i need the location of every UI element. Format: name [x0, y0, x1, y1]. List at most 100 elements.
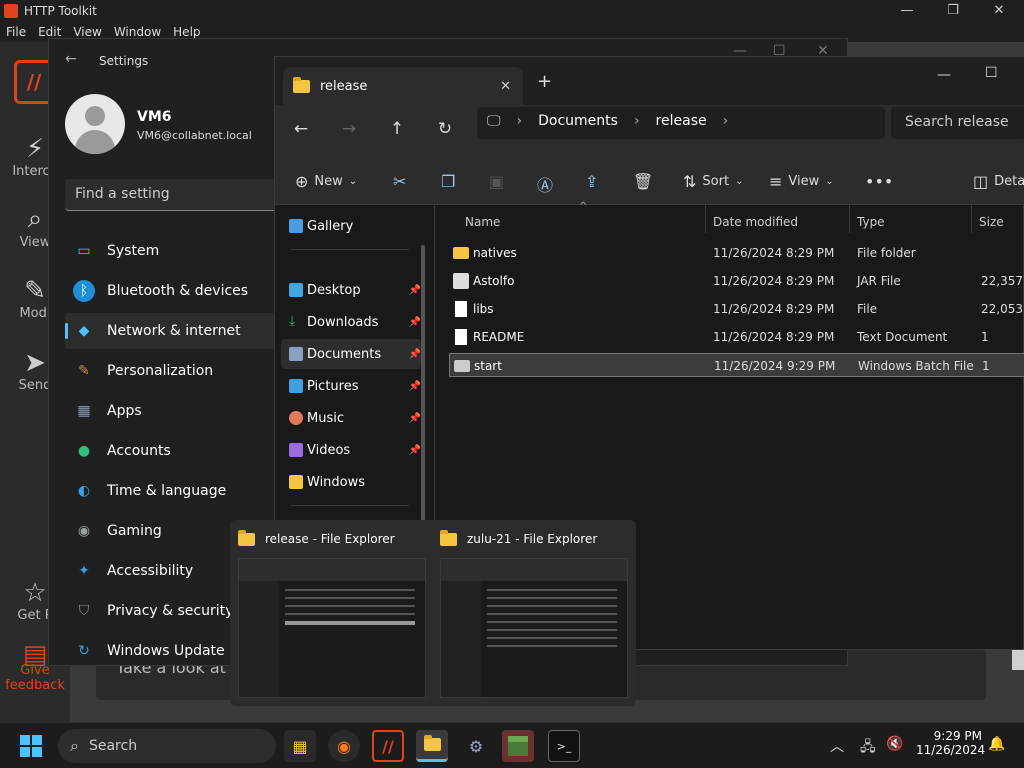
explorer-maximize-button[interactable]: ☐	[985, 65, 998, 81]
forward-icon[interactable]: →	[337, 119, 361, 139]
htk-titlebar: HTTP Toolkit	[0, 0, 1024, 22]
paste-button[interactable]: ▣	[489, 172, 504, 191]
menu-view[interactable]: View	[73, 25, 101, 39]
pin-icon[interactable]: 📌	[409, 445, 421, 456]
nav-gallery[interactable]: Gallery	[281, 211, 421, 241]
file-row-natives[interactable]: natives 11/26/2024 8:29 PM File folder	[449, 241, 1024, 265]
refresh-icon[interactable]: ↻	[433, 119, 457, 139]
pin-icon[interactable]: 📌	[409, 413, 421, 424]
column-divider[interactable]	[849, 205, 850, 233]
nav-scrollbar[interactable]	[421, 245, 425, 525]
file-row-astolfo[interactable]: Astolfo 11/26/2024 8:29 PM JAR File 22,3…	[449, 269, 1024, 293]
httptoolkit-taskbar-icon[interactable]: //	[372, 730, 404, 762]
file-row-libs[interactable]: libs 11/26/2024 8:29 PM File 22,053	[449, 297, 1024, 321]
plus-circle-icon: ⊕	[295, 172, 309, 191]
pictures-icon	[289, 379, 303, 393]
minimize-button[interactable]: —	[884, 0, 930, 22]
nav-music[interactable]: Music 📌	[281, 403, 421, 433]
notification-bell-icon[interactable]: 🔔	[988, 736, 1005, 752]
menu-file[interactable]: File	[6, 25, 26, 39]
file-row-readme[interactable]: README 11/26/2024 8:29 PM Text Document …	[449, 325, 1024, 349]
column-date-modified[interactable]: Date modified	[713, 215, 798, 229]
back-arrow-icon[interactable]: ←	[65, 51, 77, 67]
copy-icon: ❐	[441, 172, 456, 191]
cut-button[interactable]: ✂	[393, 172, 406, 191]
windows-start-icon[interactable]	[20, 735, 42, 757]
firefox-icon[interactable]: ◉	[328, 730, 360, 762]
details-pane-button[interactable]: ◫Details	[973, 172, 1024, 191]
nav-item-bluetooth[interactable]: ᛒ Bluetooth & devices	[65, 273, 295, 309]
taskbar-search[interactable]: ⌕ Search	[58, 729, 276, 763]
delete-button[interactable]: 🗑	[633, 172, 653, 191]
breadcrumb-release[interactable]: release	[656, 113, 707, 129]
menu-window[interactable]: Window	[114, 25, 161, 39]
nav-item-apps[interactable]: ▦ Apps	[65, 393, 295, 429]
pin-icon[interactable]: 📌	[409, 317, 421, 328]
rename-button[interactable]: Ⓐ	[537, 172, 553, 196]
clock[interactable]: 9:29 PM 11/26/2024	[916, 729, 985, 757]
thumbnail-title-zulu[interactable]: zulu-21 - File Explorer	[440, 529, 597, 546]
more-options-button[interactable]: •••	[865, 172, 893, 191]
menu-edit[interactable]: Edit	[38, 25, 61, 39]
column-type[interactable]: Type	[857, 215, 885, 229]
nav-pictures[interactable]: Pictures 📌	[281, 371, 421, 401]
maximize-button[interactable]: ❐	[930, 0, 976, 22]
new-tab-button[interactable]: +	[537, 71, 552, 92]
chevron-up-icon[interactable]: ︿	[830, 736, 844, 756]
column-divider[interactable]	[705, 205, 706, 233]
nav-downloads[interactable]: ⤓ Downloads 📌	[281, 307, 421, 337]
column-name[interactable]: Name	[465, 215, 500, 229]
network-icon[interactable]: 🖧	[860, 736, 876, 760]
gamepad-icon: ◉	[77, 523, 91, 539]
column-divider[interactable]	[971, 205, 972, 233]
explorer-minimize-button[interactable]: —	[937, 67, 951, 83]
copy-button[interactable]: ❐	[441, 172, 455, 191]
nav-item-system[interactable]: ▭ System	[65, 233, 295, 269]
close-tab-icon[interactable]: ✕	[500, 79, 511, 94]
minecraft-icon[interactable]	[502, 730, 534, 762]
file-explorer-taskbar-icon[interactable]	[416, 730, 448, 762]
nav-item-time-language[interactable]: ◐ Time & language	[65, 473, 295, 509]
close-button[interactable]: ✕	[976, 0, 1022, 22]
view-button[interactable]: ≡ View ⌄	[769, 172, 834, 191]
terminal-icon[interactable]: >_	[548, 730, 580, 762]
nav-item-personalization[interactable]: ✎ Personalization	[65, 353, 295, 389]
explorer-toolbar: ⊕ New ⌄ ✂ ❐ ▣ Ⓐ ⇪ 🗑 ⇅ Sort ⌄ ≡ View ⌄ ••• ◫ Det…	[275, 157, 1024, 205]
sort-icon: ⇅	[683, 172, 697, 191]
menu-help[interactable]: Help	[173, 25, 200, 39]
back-icon[interactable]: ←	[289, 119, 313, 139]
nav-item-network[interactable]: ◆ Network & internet	[65, 313, 295, 349]
htk-window-title: HTTP Toolkit	[24, 4, 97, 18]
up-icon[interactable]: ↑	[385, 119, 409, 139]
search-input[interactable]: Search release	[891, 107, 1024, 139]
thumbnail-preview-zulu[interactable]	[440, 558, 628, 698]
nav-item-accounts[interactable]: ● Accounts	[65, 433, 295, 469]
avatar[interactable]	[65, 94, 125, 154]
column-size[interactable]: Size	[979, 215, 1004, 229]
file-row-start[interactable]: start 11/26/2024 9:29 PM Windows Batch F…	[449, 353, 1024, 377]
settings-gear-icon[interactable]: ⚙	[460, 730, 492, 762]
nav-windows[interactable]: Windows	[281, 467, 421, 497]
folder-icon	[293, 76, 310, 93]
volume-muted-icon[interactable]: 🔇	[886, 736, 903, 752]
find-setting-input[interactable]: Find a setting	[65, 179, 305, 211]
pin-icon[interactable]: 📌	[409, 349, 421, 360]
chevron-down-icon: ⌄	[735, 176, 744, 187]
chevron-right-icon[interactable]: ›	[723, 113, 729, 129]
chevron-down-icon: ⌄	[825, 176, 834, 187]
folder-icon	[238, 529, 255, 546]
tab-release[interactable]: release ✕	[283, 67, 523, 105]
microsoft-store-icon[interactable]: ▦	[284, 730, 316, 762]
new-button[interactable]: ⊕ New ⌄	[295, 172, 357, 191]
nav-documents[interactable]: Documents 📌	[281, 339, 421, 369]
breadcrumb-documents[interactable]: Documents	[538, 113, 618, 129]
pin-icon[interactable]: 📌	[409, 285, 421, 296]
thumbnail-title-release[interactable]: release - File Explorer	[238, 529, 395, 546]
thumbnail-preview-release[interactable]	[238, 558, 426, 698]
sort-button[interactable]: ⇅ Sort ⌄	[683, 172, 743, 191]
share-button[interactable]: ⇪	[585, 172, 598, 191]
file-icon	[455, 301, 467, 317]
pin-icon[interactable]: 📌	[409, 381, 421, 392]
nav-desktop[interactable]: Desktop 📌	[281, 275, 421, 305]
nav-videos[interactable]: Videos 📌	[281, 435, 421, 465]
